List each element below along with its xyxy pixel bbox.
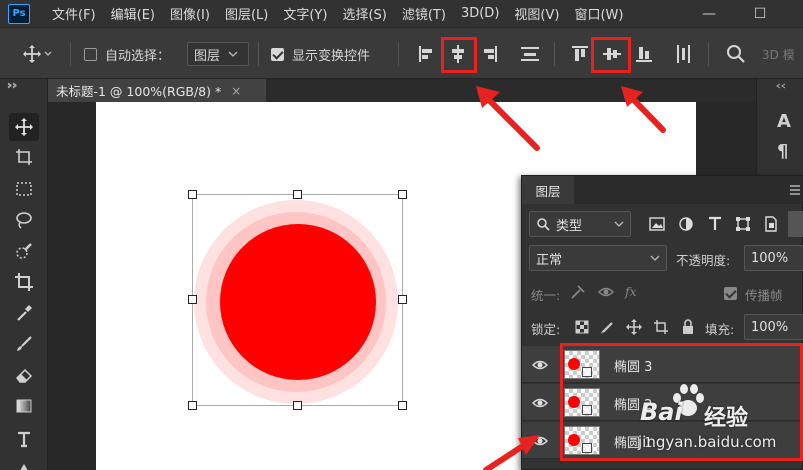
annotation-arrows (476, 86, 666, 470)
annotation-arrow (483, 435, 540, 470)
annotation-arrow (621, 86, 666, 133)
annotation-arrow (476, 86, 540, 151)
photoshop-window: Ps 文件(F) 编辑(E) 图像(I) 图层(L) 文字(Y) 选择(S) 滤… (0, 0, 803, 470)
